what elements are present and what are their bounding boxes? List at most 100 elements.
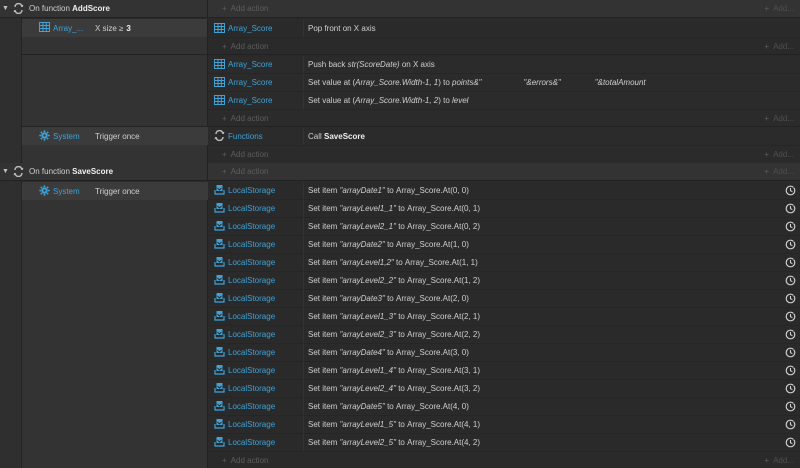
add-more-label: Add...	[773, 455, 794, 465]
action-call-savescore[interactable]: Functions Call SaveScore	[208, 128, 800, 146]
action-set-value-points[interactable]: Array_Score Set value at (Array_Score.Wi…	[208, 74, 800, 92]
action-push-back[interactable]: Array_Score Push back str(ScoreDate) on …	[208, 56, 800, 74]
to-label: to	[398, 312, 405, 321]
plus-icon: +	[764, 113, 770, 123]
array-icon	[214, 76, 225, 89]
to-label: to	[398, 222, 405, 231]
add-more-link[interactable]: + Add...	[764, 42, 794, 51]
action-set-localstorage-item[interactable]: LocalStorage Set item "arrayLevel2_5" to …	[208, 434, 800, 452]
collapse-arrow-icon[interactable]: ▼	[2, 5, 11, 12]
add-action-link[interactable]: + Add action	[222, 456, 268, 465]
add-action-label: Add action	[230, 167, 269, 176]
to-label: to	[387, 186, 394, 195]
function-prefix: On function	[29, 4, 70, 13]
action-set-localstorage-item[interactable]: LocalStorage Set item "arrayDate1" to Arr…	[208, 182, 800, 200]
storage-value: Array_Score.At(0, 1)	[407, 204, 481, 213]
condition-object: Array_...	[22, 22, 89, 34]
function-event-addscore[interactable]: ▼ On function AddScore + Add action + Add.…	[0, 0, 800, 18]
action-set-localstorage-item[interactable]: LocalStorage Set item "arrayDate4" to Arr…	[208, 344, 800, 362]
to-label: to	[398, 420, 405, 429]
storage-icon	[214, 346, 225, 359]
add-more-link[interactable]: + Add...	[764, 150, 794, 159]
async-clock-icon	[784, 347, 796, 359]
action-object: Array_Score	[208, 74, 304, 91]
action-set-localstorage-item[interactable]: LocalStorage Set item "arrayLevel2_4" to …	[208, 380, 800, 398]
async-clock-icon	[784, 275, 796, 287]
function-event-header: ▼ On function SaveScore	[0, 163, 208, 180]
function-event-savescore[interactable]: ▼ On function SaveScore + Add action + Add…	[0, 163, 800, 181]
storage-value: Array_Score.At(2, 0)	[395, 294, 469, 303]
storage-icon	[214, 238, 225, 251]
action-set-localstorage-item[interactable]: LocalStorage Set item "arrayDate5" to Arr…	[208, 398, 800, 416]
storage-key: "arrayDate2"	[339, 240, 385, 249]
action-set-value-level[interactable]: Array_Score Set value at (Array_Score.Wi…	[208, 92, 800, 110]
set-item-label: Set item	[308, 186, 338, 195]
action-object: Array_Score	[208, 20, 304, 37]
action-set-localstorage-item[interactable]: LocalStorage Set item "arrayLevel1_3" to …	[208, 308, 800, 326]
action-object: LocalStorage	[208, 308, 304, 325]
action-object: LocalStorage	[208, 380, 304, 397]
storage-icon	[214, 202, 225, 215]
condition-trigger-once[interactable]: System Trigger once	[22, 127, 208, 145]
action-object: LocalStorage	[208, 326, 304, 343]
action-text: Set item "arrayLevel2_4" to Array_Score.…	[304, 380, 784, 397]
storage-key: "arrayLevel2_1"	[339, 222, 396, 231]
async-clock-icon	[784, 329, 796, 341]
action-object-name: Array_Score	[228, 60, 273, 69]
condition-object: System	[22, 129, 89, 143]
action-set-localstorage-item[interactable]: LocalStorage Set item "arrayLevel1_4" to …	[208, 362, 800, 380]
function-title: On function AddScore	[29, 4, 110, 13]
condition-text: Trigger once	[95, 186, 140, 196]
action-text: Set item "arrayLevel2_1" to Array_Score.…	[304, 218, 784, 235]
async-clock-icon	[784, 257, 796, 269]
add-more-link[interactable]: + Add...	[764, 167, 794, 176]
action-set-localstorage-item[interactable]: LocalStorage Set item "arrayLevel2_3" to …	[208, 326, 800, 344]
action-object-name: LocalStorage	[228, 366, 276, 375]
add-more-link[interactable]: + Add...	[764, 4, 794, 13]
action-object: LocalStorage	[208, 200, 304, 217]
action-object: Array_Score	[208, 92, 304, 109]
add-action-link[interactable]: + Add action	[222, 4, 268, 13]
gear-icon	[39, 129, 50, 143]
condition-trigger-once[interactable]: System Trigger once	[22, 182, 208, 200]
text-part: Set value at (	[308, 78, 356, 87]
storage-value: Array_Score.At(0, 0)	[395, 186, 469, 195]
action-object-name: LocalStorage	[228, 294, 276, 303]
action-set-localstorage-item[interactable]: LocalStorage Set item "arrayLevel2_1" to …	[208, 218, 800, 236]
action-text: Set item "arrayDate2" to Array_Score.At(…	[304, 236, 784, 253]
storage-icon	[214, 310, 225, 323]
add-action-link[interactable]: + Add action	[222, 42, 268, 51]
action-set-localstorage-item[interactable]: LocalStorage Set item "arrayLevel1,2" to …	[208, 254, 800, 272]
action-set-localstorage-item[interactable]: LocalStorage Set item "arrayDate3" to Arr…	[208, 290, 800, 308]
action-object: LocalStorage	[208, 362, 304, 379]
function-event-header: ▼ On function AddScore	[0, 0, 208, 17]
add-action-link[interactable]: + Add action	[222, 150, 268, 159]
add-more-link[interactable]: + Add...	[764, 456, 794, 465]
function-icon	[12, 166, 24, 178]
storage-value: Array_Score.At(1, 0)	[395, 240, 469, 249]
action-pop-front[interactable]: Array_Score Pop front on X axis	[208, 20, 800, 38]
function-prefix: On function	[29, 167, 70, 176]
action-set-localstorage-item[interactable]: LocalStorage Set item "arrayDate2" to Arr…	[208, 236, 800, 254]
action-set-localstorage-item[interactable]: LocalStorage Set item "arrayLevel2_2" to …	[208, 272, 800, 290]
add-action-link[interactable]: + Add action	[222, 114, 268, 123]
action-object-name: Functions	[228, 132, 263, 141]
add-more-link[interactable]: + Add...	[764, 114, 794, 123]
to-label: to	[395, 258, 403, 267]
collapse-arrow-icon[interactable]: ▼	[2, 168, 11, 175]
action-set-localstorage-item[interactable]: LocalStorage Set item "arrayLevel1_5" to …	[208, 416, 800, 434]
storage-icon	[214, 436, 225, 449]
action-text: Pop front on X axis	[308, 24, 376, 33]
action-object-name: LocalStorage	[228, 204, 276, 213]
set-item-label: Set item	[308, 384, 338, 393]
plus-icon: +	[222, 455, 227, 465]
plus-icon: +	[222, 167, 227, 176]
plus-icon: +	[764, 149, 770, 159]
condition-array-xsize[interactable]: Array_... X size ≥3	[22, 19, 208, 37]
action-object: LocalStorage	[208, 434, 304, 451]
add-action-link[interactable]: + Add action	[222, 167, 268, 176]
storage-value: Array_Score.At(4, 1)	[407, 420, 481, 429]
text-part: Push back	[308, 60, 348, 69]
condition-block	[22, 182, 208, 468]
action-set-localstorage-item[interactable]: LocalStorage Set item "arrayLevel1_1" to …	[208, 200, 800, 218]
